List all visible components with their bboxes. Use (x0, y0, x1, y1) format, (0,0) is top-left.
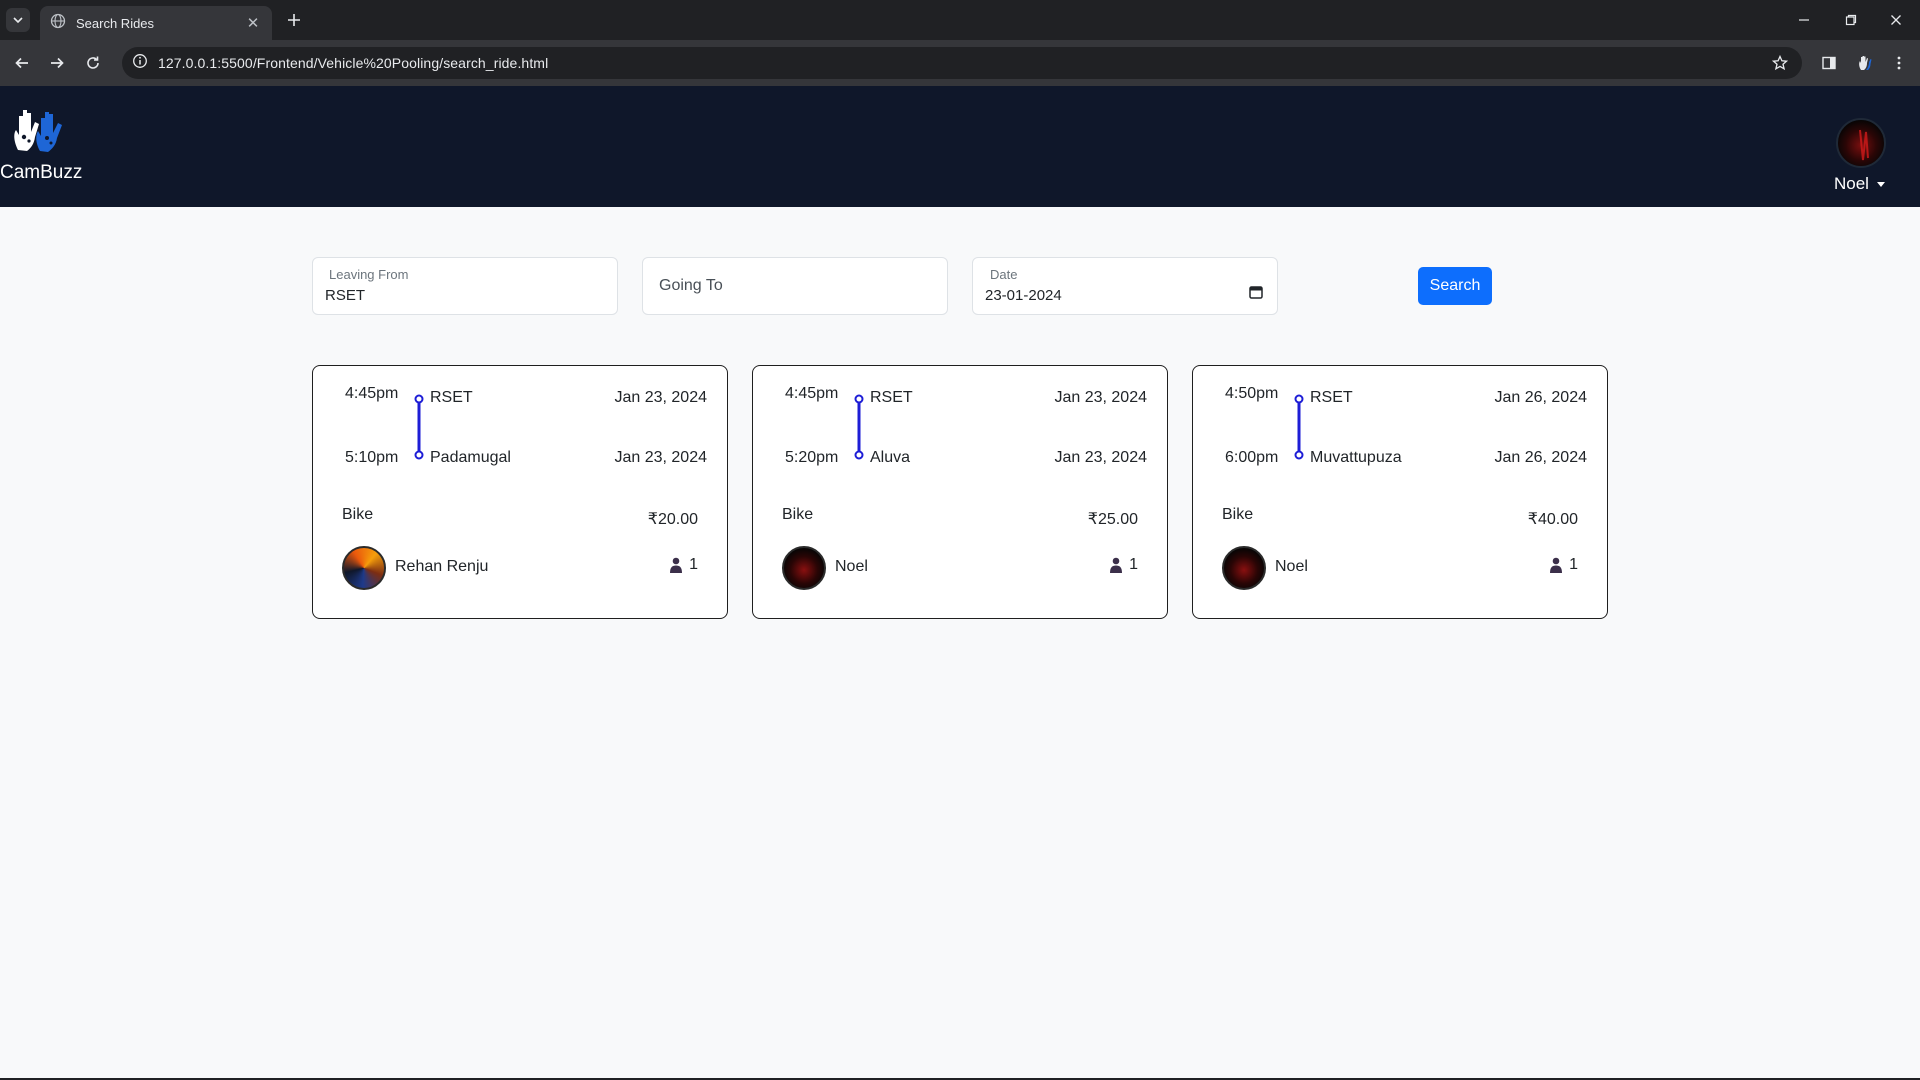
tab-search-chevron-down-icon[interactable] (6, 8, 30, 32)
start-place: RSET (430, 389, 473, 406)
going-to-input[interactable]: Going To (659, 277, 723, 295)
route-line-icon (414, 394, 424, 460)
person-icon (1110, 557, 1123, 573)
end-place: Padamugal (430, 449, 511, 466)
seats-available: 1 (1549, 556, 1578, 574)
start-time: 4:50pm (1225, 385, 1279, 402)
url-text: 127.0.0.1:5500/Frontend/Vehicle%20Poolin… (158, 55, 549, 71)
site-navbar: CamBuzz Noel (0, 86, 1920, 207)
user-menu-dropdown[interactable]: Noel (1834, 174, 1885, 194)
ride-price: ₹20.00 (647, 511, 698, 528)
ride-card[interactable]: 4:50pm RSET Jan 26, 2024 6:00pm Muvattup… (1192, 365, 1608, 619)
end-date: Jan 26, 2024 (1494, 449, 1587, 466)
tab-close-icon[interactable]: ✕ (244, 14, 262, 32)
seats-available: 1 (1109, 556, 1138, 574)
extension-hand-icon[interactable] (1851, 49, 1879, 77)
person-icon (670, 557, 683, 573)
vehicle-type: Bike (342, 506, 374, 523)
end-time: 5:10pm (345, 449, 399, 466)
browser-tab-bar: Search Rides ✕ (0, 0, 1920, 40)
start-place: RSET (870, 389, 913, 406)
seat-count: 1 (1569, 556, 1578, 573)
route-line-icon (1294, 394, 1304, 460)
forward-arrow-icon[interactable] (43, 49, 71, 77)
driver-name: Noel (835, 558, 868, 575)
vehicle-type: Bike (1222, 506, 1254, 523)
ride-card[interactable]: 4:45pm RSET Jan 23, 2024 5:10pm Padamuga… (312, 365, 728, 619)
driver-name: Noel (1275, 558, 1308, 575)
ride-price: ₹40.00 (1527, 511, 1578, 528)
side-panel-icon[interactable] (1815, 49, 1843, 77)
end-time: 5:20pm (785, 449, 839, 466)
window-restore-icon[interactable] (1839, 8, 1863, 32)
window-minimize-icon[interactable] (1792, 8, 1816, 32)
bookmark-star-icon[interactable] (1770, 53, 1790, 73)
new-tab-plus-icon[interactable] (282, 8, 306, 32)
driver-name: Rehan Renju (395, 558, 489, 575)
driver-avatar (782, 546, 826, 590)
start-time: 4:45pm (785, 385, 839, 402)
ride-price: ₹25.00 (1087, 511, 1138, 528)
start-date: Jan 26, 2024 (1494, 389, 1587, 406)
leaving-from-field[interactable]: Leaving From RSET (312, 257, 618, 315)
driver-avatar (342, 546, 386, 590)
back-arrow-icon[interactable] (8, 49, 36, 77)
end-date: Jan 23, 2024 (614, 449, 707, 466)
date-field[interactable]: Date 23-01-2024 (972, 257, 1278, 315)
tab-title: Search Rides (76, 15, 155, 31)
calendar-icon[interactable] (1249, 285, 1263, 299)
end-place: Muvattupuza (1310, 449, 1402, 466)
end-date: Jan 23, 2024 (1054, 449, 1147, 466)
date-input[interactable]: 23-01-2024 (985, 287, 1062, 304)
start-date: Jan 23, 2024 (614, 389, 707, 406)
window-close-icon[interactable] (1884, 8, 1908, 32)
start-place: RSET (1310, 389, 1353, 406)
browser-tab-search-rides[interactable]: Search Rides ✕ (40, 6, 272, 40)
seats-available: 1 (669, 556, 698, 574)
site-info-icon[interactable] (132, 53, 148, 74)
address-bar[interactable]: 127.0.0.1:5500/Frontend/Vehicle%20Poolin… (122, 47, 1802, 79)
brand-name[interactable]: CamBuzz (0, 162, 82, 184)
driver-avatar (1222, 546, 1266, 590)
cambuzz-hands-logo[interactable] (10, 104, 72, 154)
start-date: Jan 23, 2024 (1054, 389, 1147, 406)
leaving-from-label: Leaving From (329, 267, 409, 282)
date-label: Date (990, 267, 1018, 282)
user-avatar[interactable] (1836, 118, 1886, 168)
globe-icon (50, 13, 66, 34)
user-name: Noel (1834, 174, 1869, 193)
person-icon (1550, 557, 1563, 573)
going-to-field[interactable]: Going To (642, 257, 948, 315)
start-time: 4:45pm (345, 385, 399, 402)
caret-down-icon (1876, 181, 1885, 187)
end-time: 6:00pm (1225, 449, 1279, 466)
browser-menu-icon[interactable] (1885, 49, 1913, 77)
reload-icon[interactable] (79, 49, 107, 77)
search-button[interactable]: Search (1418, 267, 1492, 305)
vehicle-type: Bike (782, 506, 814, 523)
browser-toolbar: 127.0.0.1:5500/Frontend/Vehicle%20Poolin… (0, 40, 1920, 86)
seat-count: 1 (689, 556, 698, 573)
seat-count: 1 (1129, 556, 1138, 573)
ride-card[interactable]: 4:45pm RSET Jan 23, 2024 5:20pm Aluva Ja… (752, 365, 1168, 619)
leaving-from-input[interactable]: RSET (325, 287, 365, 304)
route-line-icon (854, 394, 864, 460)
end-place: Aluva (870, 449, 911, 466)
